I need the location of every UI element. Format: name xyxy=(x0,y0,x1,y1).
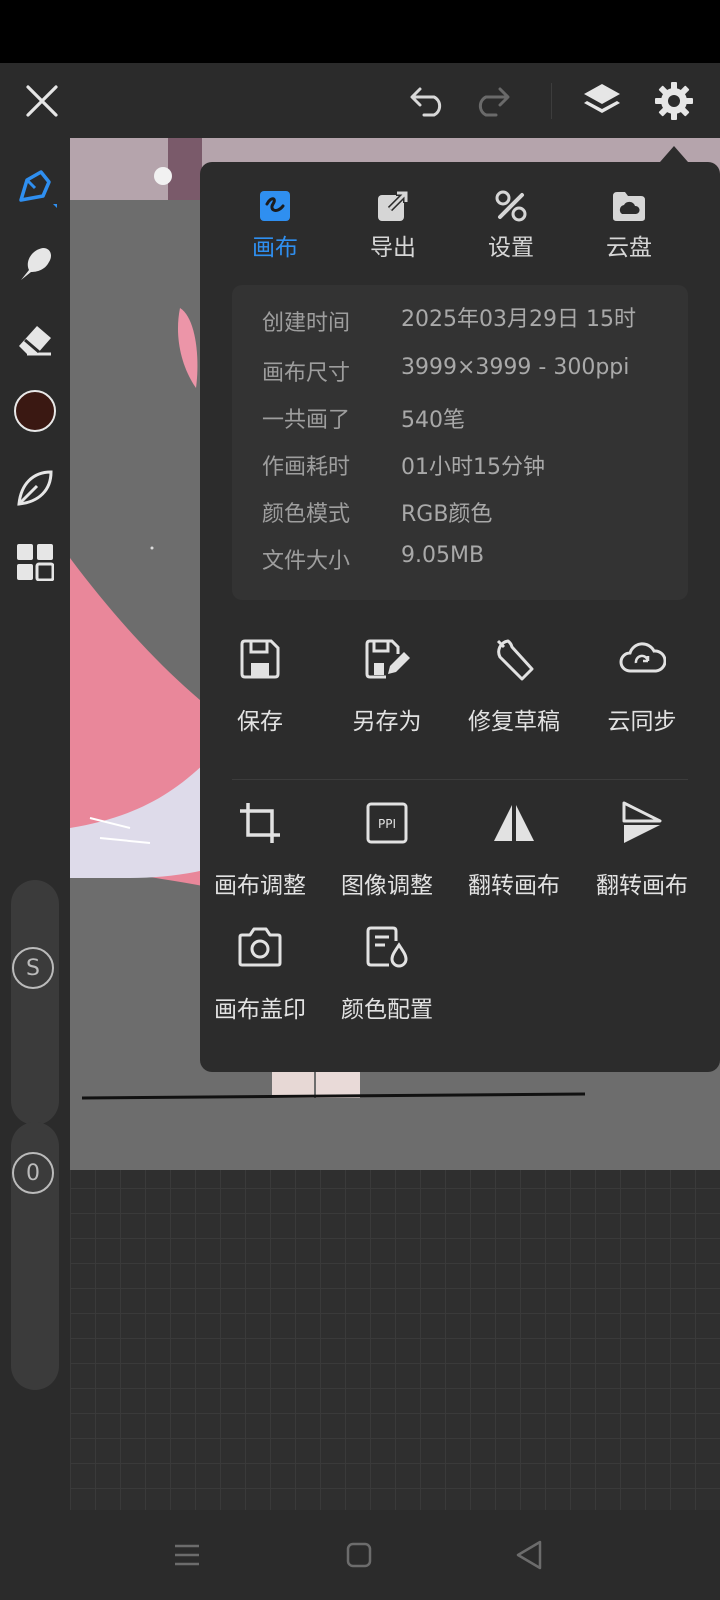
canvas-adjust-button[interactable]: 画布调整 xyxy=(195,798,325,900)
leaf-tool[interactable] xyxy=(0,458,70,518)
brush-size-knob[interactable]: S xyxy=(12,947,54,989)
eraser-icon xyxy=(19,326,51,356)
info-row-size: 画布尺寸 3999×3999 - 300ppi xyxy=(262,355,682,395)
color-config-label: 颜色配置 xyxy=(341,997,433,1023)
tab-settings-label: 设置 xyxy=(488,235,534,261)
save-label: 保存 xyxy=(237,709,283,735)
grid-tool[interactable] xyxy=(0,532,70,592)
brush-tool[interactable] xyxy=(0,158,70,218)
settings-tools-icon xyxy=(495,190,527,222)
flip-horizontal-button[interactable]: 翻转画布 xyxy=(449,798,579,900)
cloud-drive-icon xyxy=(613,192,645,221)
canvas-stamp-label: 画布盖印 xyxy=(214,997,306,1023)
image-adjust-button[interactable]: PPI 图像调整 xyxy=(322,798,452,900)
cloud-sync-button[interactable]: 云同步 xyxy=(577,634,707,736)
save-as-icon xyxy=(365,639,410,679)
tab-settings[interactable]: 设置 xyxy=(456,184,566,264)
info-value: 540笔 xyxy=(401,408,465,433)
svg-text:PPI: PPI xyxy=(378,817,396,831)
cloud-sync-label: 云同步 xyxy=(607,709,677,735)
tab-export[interactable]: 导出 xyxy=(338,184,448,264)
info-row-strokes: 一共画了 540笔 xyxy=(262,402,682,442)
cloud-sync-icon xyxy=(619,642,666,673)
image-adjust-label: 图像调整 xyxy=(341,873,433,899)
canvas-menu-panel: 画布 导出 设置 云盘 创建时间 2025年03月29日 15时 画布尺寸 39… xyxy=(200,162,720,1072)
save-as-button[interactable]: 另存为 xyxy=(322,634,452,736)
camera-icon xyxy=(238,927,282,967)
info-value: RGB颜色 xyxy=(401,502,493,527)
save-as-label: 另存为 xyxy=(352,709,422,735)
layers-icon[interactable] xyxy=(580,63,624,138)
canvas-adjust-label: 画布调整 xyxy=(214,873,306,899)
flip-vertical-icon xyxy=(622,801,662,843)
flip-horizontal-label: 翻转画布 xyxy=(468,873,560,899)
canvas-info-box: 创建时间 2025年03月29日 15时 画布尺寸 3999×3999 - 30… xyxy=(232,285,688,600)
info-row-color-mode: 颜色模式 RGB颜色 xyxy=(262,496,682,536)
save-icon xyxy=(240,639,280,679)
color-picker[interactable] xyxy=(0,381,70,441)
current-color-swatch xyxy=(14,390,56,432)
canvas-icon xyxy=(260,191,290,221)
tab-canvas[interactable]: 画布 xyxy=(220,184,330,264)
grid-icon xyxy=(17,544,54,581)
status-bar xyxy=(0,0,720,63)
info-value: 01小时15分钟 xyxy=(401,455,545,480)
info-row-created: 创建时间 2025年03月29日 15时 xyxy=(262,305,682,345)
info-key: 文件大小 xyxy=(262,549,351,574)
info-key: 作画耗时 xyxy=(262,455,351,480)
undo-icon[interactable] xyxy=(406,63,450,138)
top-toolbar xyxy=(0,63,720,138)
repair-draft-label: 修复草稿 xyxy=(468,709,560,735)
menu-icon[interactable] xyxy=(172,1540,202,1574)
save-button[interactable]: 保存 xyxy=(195,634,325,736)
home-icon[interactable] xyxy=(345,1541,373,1573)
info-value: 9.05MB xyxy=(401,543,485,568)
tab-export-label: 导出 xyxy=(370,235,416,261)
brush-size-slider[interactable]: S xyxy=(11,880,59,1125)
ppi-icon: PPI xyxy=(366,802,408,844)
redo-icon[interactable] xyxy=(470,63,514,138)
export-icon xyxy=(378,190,409,221)
crop-icon xyxy=(240,803,280,843)
tab-cloud-drive-label: 云盘 xyxy=(606,235,652,261)
brush-opacity-knob[interactable]: 0 xyxy=(12,1152,54,1194)
toolbar-divider xyxy=(551,83,552,119)
brush-icon xyxy=(19,170,57,208)
brush-opacity-slider[interactable]: 0 xyxy=(11,1122,59,1390)
wrench-icon xyxy=(496,639,534,681)
left-toolbar: S 0 xyxy=(0,138,70,1510)
canvas-stamp-button[interactable]: 画布盖印 xyxy=(195,922,325,1024)
info-row-file-size: 文件大小 9.05MB xyxy=(262,543,682,583)
color-config-icon xyxy=(366,926,408,968)
tab-cloud-drive[interactable]: 云盘 xyxy=(574,184,684,264)
info-value: 2025年03月29日 15时 xyxy=(401,307,636,332)
flip-vertical-label: 翻转画布 xyxy=(596,873,688,899)
system-nav-bar xyxy=(0,1510,720,1600)
eraser-tool[interactable] xyxy=(0,310,70,370)
menu-divider xyxy=(232,779,688,780)
flip-horizontal-icon xyxy=(494,805,534,841)
gear-icon[interactable] xyxy=(650,63,698,138)
close-icon[interactable] xyxy=(18,63,66,138)
repair-draft-button[interactable]: 修复草稿 xyxy=(449,634,579,736)
flip-vertical-button[interactable]: 翻转画布 xyxy=(577,798,707,900)
tab-canvas-label: 画布 xyxy=(252,235,298,261)
menu-pointer xyxy=(660,146,688,162)
smudge-icon xyxy=(21,248,51,280)
info-key: 画布尺寸 xyxy=(262,361,351,386)
info-row-duration: 作画耗时 01小时15分钟 xyxy=(262,449,682,489)
info-key: 创建时间 xyxy=(262,311,351,336)
color-config-button[interactable]: 颜色配置 xyxy=(322,922,452,1024)
smudge-tool[interactable] xyxy=(0,234,70,294)
leaf-icon xyxy=(17,470,53,506)
back-icon[interactable] xyxy=(514,1539,544,1575)
info-key: 颜色模式 xyxy=(262,502,351,527)
info-value: 3999×3999 - 300ppi xyxy=(401,355,630,380)
info-key: 一共画了 xyxy=(262,408,351,433)
